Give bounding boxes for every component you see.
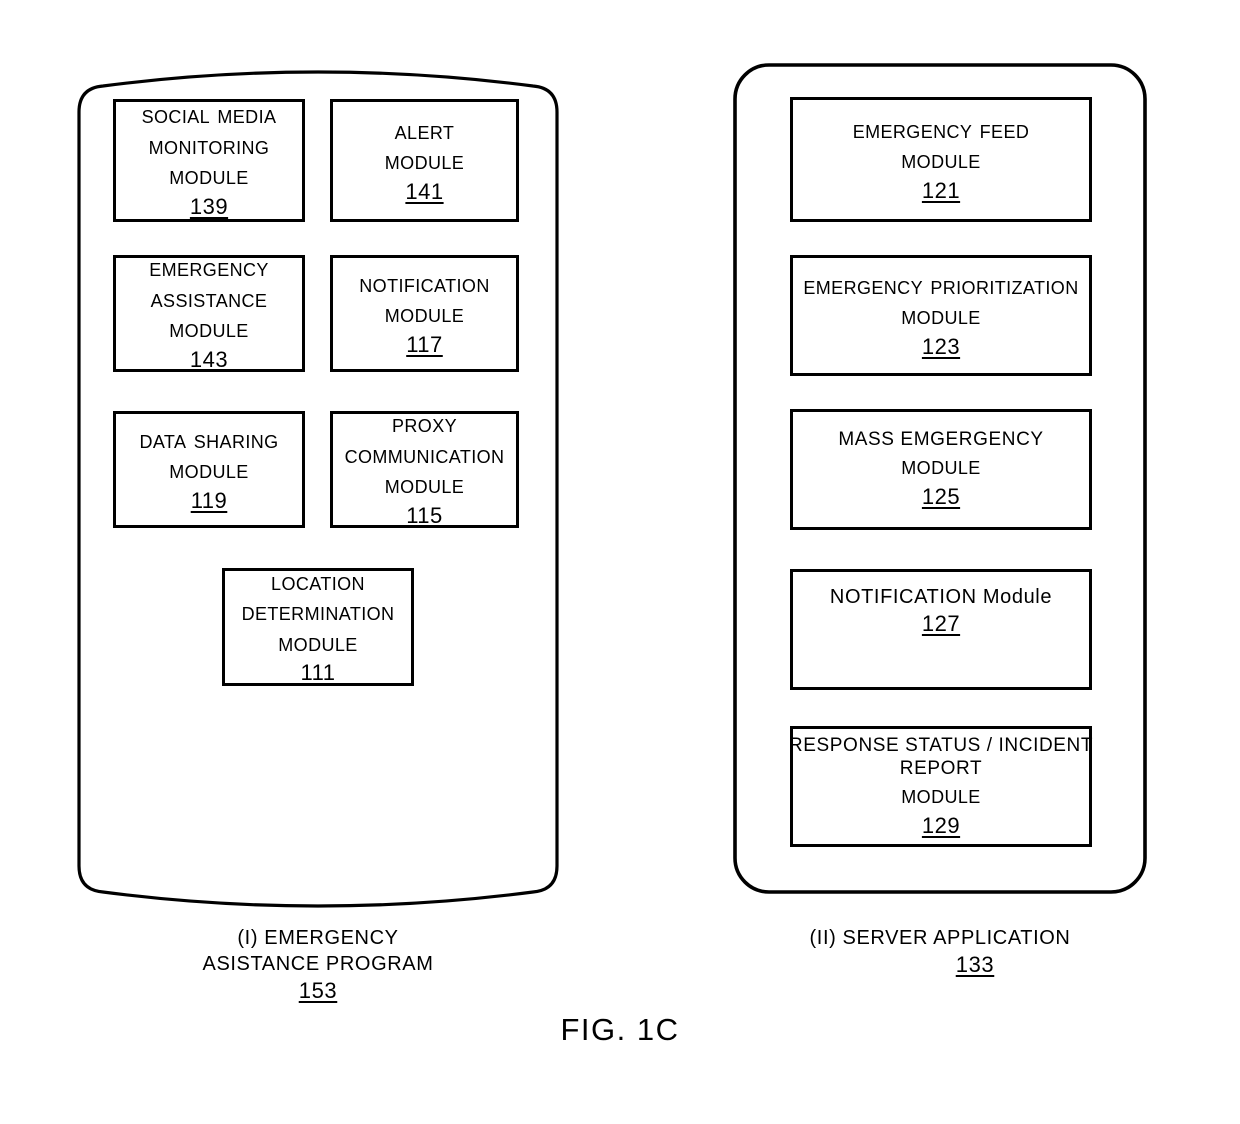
module-line: Communication [344, 440, 505, 469]
module-line: Proxy [391, 410, 458, 439]
module-box-social-media-monitoring[interactable]: Social Media Monitoring Module 139 [113, 99, 305, 222]
module-line: Module [169, 456, 249, 485]
module-line: REPORT [899, 757, 983, 779]
module-box-mass-emergency[interactable]: MASS EMGERGENCY Module 125 [790, 409, 1092, 530]
module-reference-number: 141 [405, 178, 444, 204]
module-line: Data Sharing [139, 425, 279, 454]
module-box-emergency-prioritization[interactable]: Emergency prioritization Module 123 [790, 255, 1092, 376]
module-line: Module [278, 628, 358, 657]
caption-line: (II) SERVER APPLICATION [809, 927, 1071, 949]
module-line: Emergency feed [852, 115, 1030, 144]
module-box-response-status-incident-report[interactable]: RESPONSE STATUS / INCIDENT REPORT Module… [788, 726, 1094, 847]
module-reference-number: 115 [406, 502, 443, 528]
module-reference-number: 139 [189, 193, 229, 219]
module-line: Emergency [149, 254, 269, 283]
module-box-server-notification[interactable]: NOTIFICATION Module 127 [790, 569, 1092, 690]
patent-figure-canvas: Social Media Monitoring Module 139 Alert… [0, 0, 1240, 1124]
module-line: Location [271, 567, 365, 596]
module-reference-number: 125 [921, 483, 961, 509]
figure-label: FIG. 1C [560, 1012, 680, 1047]
module-line: MASS EMGERGENCY [838, 429, 1044, 451]
module-line: Module [384, 300, 465, 329]
module-line: Module [169, 162, 249, 191]
module-line: Monitoring [148, 131, 270, 160]
module-line: RESPONSE STATUS / INCIDENT [788, 734, 1094, 756]
module-box-data-sharing[interactable]: Data Sharing Module 119 [113, 411, 305, 528]
module-box-emergency-assistance[interactable]: Emergency Assistance Module 143 [113, 254, 305, 372]
module-reference-number: 111 [300, 660, 336, 686]
caption-line: (I) EMERGENCY [237, 927, 399, 949]
module-line: Assistance [150, 284, 268, 313]
caption-reference-number: 133 [955, 952, 995, 977]
module-reference-number: 143 [189, 346, 229, 372]
module-line: Emergency prioritization [803, 271, 1079, 300]
module-box-location-determination[interactable]: Location Determination Module 111 [222, 568, 414, 686]
module-reference-number: 117 [406, 331, 443, 357]
caption-server-application: (II) SERVER APPLICATION 133 [735, 925, 1145, 980]
module-line: Module [901, 146, 981, 175]
module-reference-number: 127 [921, 611, 961, 637]
caption-emergency-assistance-program: (I) EMERGENCY ASISTANCE PROGRAM 153 [79, 925, 557, 1006]
module-line: Determination [241, 598, 395, 627]
module-reference-number: 129 [921, 812, 961, 838]
caption-reference-number: 153 [298, 978, 338, 1003]
module-line: Social Media [141, 101, 277, 130]
module-line: Module [901, 302, 981, 331]
module-line: Notification [359, 269, 490, 298]
caption-line: ASISTANCE PROGRAM [202, 953, 434, 975]
module-box-notification[interactable]: Notification Module 117 [330, 255, 519, 372]
module-line: Module [169, 315, 249, 344]
module-line: Module [384, 147, 465, 176]
module-line: Module [901, 452, 981, 481]
module-reference-number: 123 [921, 333, 961, 359]
module-line: Module [901, 781, 981, 809]
module-box-alert[interactable]: Alert Module 141 [330, 99, 519, 222]
module-reference-number: 121 [921, 177, 961, 203]
module-line: NOTIFICATION Module [829, 585, 1053, 608]
module-box-proxy-communication[interactable]: Proxy Communication Module 115 [330, 410, 519, 528]
module-line: Module [384, 471, 465, 500]
module-reference-number: 119 [190, 487, 228, 513]
module-line: Alert [394, 116, 455, 145]
module-box-emergency-feed[interactable]: Emergency feed Module 121 [790, 97, 1092, 222]
